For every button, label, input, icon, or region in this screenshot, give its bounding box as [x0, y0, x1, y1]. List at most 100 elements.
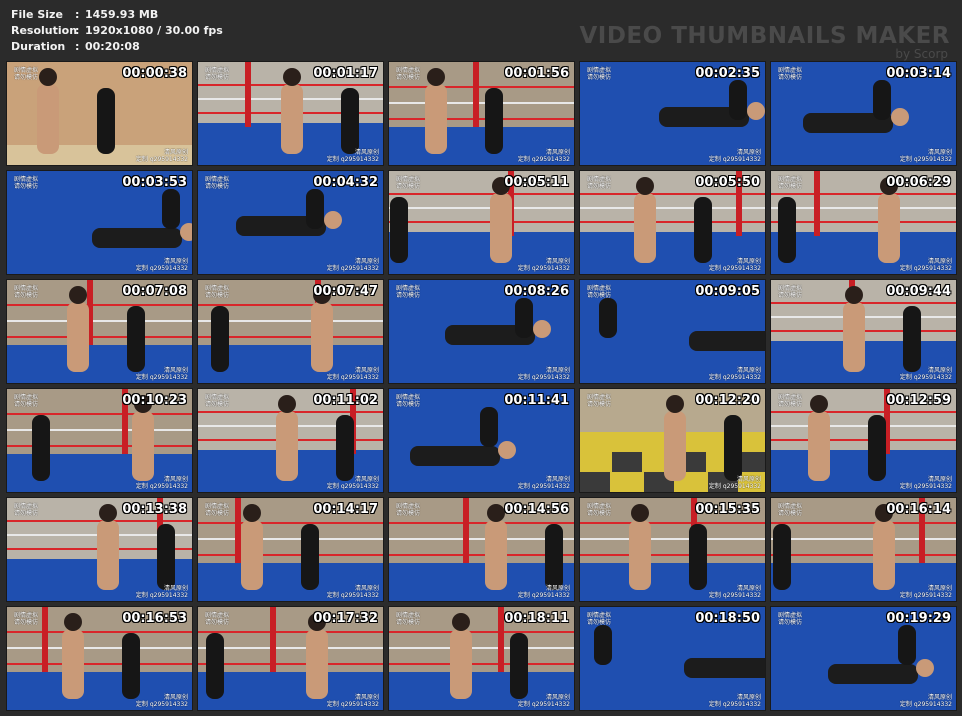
fighter-head — [498, 441, 516, 459]
fighter-figure — [425, 84, 447, 154]
watermark-line: 清风原创 — [545, 585, 570, 592]
thumbnail-timestamp: 00:04:32 — [313, 175, 378, 190]
mat-tile — [612, 452, 642, 472]
watermark-bottom-right: 清风原创 定制 q295914332 — [136, 258, 188, 272]
thumbnail[interactable]: 剧情虚拟 请勿模仿 清风原创 定制 q295914332 00:16:14 — [770, 497, 957, 602]
watermark-line: 清风原创 — [354, 258, 379, 265]
thumbnail[interactable]: 剧情虚拟 请勿模仿 清风原创 定制 q295914332 00:04:32 — [197, 170, 384, 275]
thumbnail[interactable]: 剧情虚拟 请勿模仿 清风原创 定制 q295914332 00:14:17 — [197, 497, 384, 602]
ring-post — [42, 607, 48, 672]
ring-post — [473, 62, 479, 127]
ring-rope — [771, 425, 956, 427]
thumbnail[interactable]: 剧情虚拟 请勿模仿 清风原创 定制 q295914332 00:12:20 — [579, 388, 766, 493]
ring-rope — [7, 647, 192, 649]
thumbnail[interactable]: 剧情虚拟 请勿模仿 清风原创 定制 q295914332 00:05:11 — [388, 170, 575, 275]
thumbnail[interactable]: 剧情虚拟 请勿模仿 清风原创 定制 q295914332 00:12:59 — [770, 388, 957, 493]
watermark-bottom-right: 清风原创 定制 q295914332 — [709, 258, 761, 272]
ring-rope — [7, 413, 192, 415]
watermark-line: 请勿模仿 — [587, 619, 612, 626]
opponent-figure — [301, 524, 319, 590]
thumbnail[interactable]: 剧情虚拟 请勿模仿 清风原创 定制 q295914332 00:18:50 — [579, 606, 766, 711]
watermark-line: 剧情虚拟 — [396, 285, 421, 292]
opponent-figure — [306, 189, 324, 229]
ring-rope — [389, 207, 574, 209]
watermark-line: 清风原创 — [927, 476, 952, 483]
fighter-figure — [37, 84, 59, 154]
thumbnail[interactable]: 剧情虚拟 请勿模仿 清风原创 定制 q295914332 00:10:23 — [6, 388, 193, 493]
watermark-line: 定制 q295914332 — [708, 374, 761, 381]
thumbnail-timestamp: 00:12:59 — [886, 393, 951, 408]
watermark-line: 剧情虚拟 — [587, 285, 612, 292]
watermark-bottom-right: 清风原创 定制 q295914332 — [327, 694, 379, 708]
thumbnail[interactable]: 剧情虚拟 请勿模仿 清风原创 定制 q295914332 00:18:11 — [388, 606, 575, 711]
fighter-figure — [67, 302, 89, 372]
watermark-line: 请勿模仿 — [587, 74, 612, 81]
thumbnail[interactable]: 剧情虚拟 请勿模仿 清风原创 定制 q295914332 00:15:35 — [579, 497, 766, 602]
ring-rope — [198, 647, 383, 649]
ring-rope — [198, 538, 383, 540]
thumbnail[interactable]: 剧情虚拟 请勿模仿 清风原创 定制 q295914332 00:05:50 — [579, 170, 766, 275]
watermark-line: 请勿模仿 — [778, 74, 803, 81]
watermark-bottom-right: 清风原创 定制 q295914332 — [709, 694, 761, 708]
thumbnail[interactable]: 剧情虚拟 请勿模仿 清风原创 定制 q295914332 00:01:56 — [388, 61, 575, 166]
ring-post — [245, 62, 251, 127]
watermark-line: 请勿模仿 — [14, 292, 39, 299]
thumbnail-timestamp: 00:02:35 — [695, 66, 760, 81]
watermark-top-left: 剧情虚拟 请勿模仿 — [396, 612, 420, 626]
opponent-figure — [127, 306, 145, 372]
fighter-figure — [689, 331, 765, 351]
thumbnail-timestamp: 00:15:35 — [695, 502, 760, 517]
thumbnail[interactable]: 剧情虚拟 请勿模仿 清风原创 定制 q295914332 00:17:32 — [197, 606, 384, 711]
thumbnail[interactable]: 剧情虚拟 请勿模仿 清风原创 定制 q295914332 00:09:05 — [579, 279, 766, 384]
watermark-top-left: 剧情虚拟 请勿模仿 — [778, 285, 802, 299]
watermark-line: 清风原创 — [354, 476, 379, 483]
watermark-line: 定制 q295914332 — [135, 156, 188, 163]
watermark-line: 剧情虚拟 — [778, 176, 803, 183]
watermark-line: 剧情虚拟 — [205, 285, 230, 292]
thumbnail[interactable]: 剧情虚拟 请勿模仿 清风原创 定制 q295914332 00:08:26 — [388, 279, 575, 384]
thumbnail[interactable]: 剧情虚拟 请勿模仿 清风原创 定制 q295914332 00:02:35 — [579, 61, 766, 166]
thumbnail[interactable]: 剧情虚拟 请勿模仿 清风原创 定制 q295914332 00:19:29 — [770, 606, 957, 711]
thumbnail-timestamp: 00:03:14 — [886, 66, 951, 81]
thumbnail[interactable]: 剧情虚拟 请勿模仿 清风原创 定制 q295914332 00:16:53 — [6, 606, 193, 711]
thumbnail[interactable]: 剧情虚拟 请勿模仿 清风原创 定制 q295914332 00:01:17 — [197, 61, 384, 166]
opponent-figure — [336, 415, 354, 481]
thumbnail[interactable]: 剧情虚拟 请勿模仿 清风原创 定制 q295914332 00:03:53 — [6, 170, 193, 275]
watermark-line: 剧情虚拟 — [396, 67, 421, 74]
thumbnail[interactable]: 剧情虚拟 请勿模仿 清风原创 定制 q295914332 00:09:44 — [770, 279, 957, 384]
fighter-figure — [410, 446, 500, 466]
thumbnail[interactable]: 剧情虚拟 请勿模仿 清风原创 定制 q295914332 00:11:41 — [388, 388, 575, 493]
thumbnail[interactable]: 剧情虚拟 请勿模仿 清风原创 定制 q295914332 00:11:02 — [197, 388, 384, 493]
watermark-line: 定制 q295914332 — [899, 592, 952, 599]
watermark-line: 请勿模仿 — [14, 510, 39, 517]
watermark-top-left: 剧情虚拟 请勿模仿 — [14, 394, 38, 408]
watermark-line: 定制 q295914332 — [326, 592, 379, 599]
watermark-bottom-right: 清风原创 定制 q295914332 — [518, 694, 570, 708]
thumbnail[interactable]: 剧情虚拟 请勿模仿 清风原创 定制 q295914332 00:03:14 — [770, 61, 957, 166]
fighter-head — [180, 223, 192, 241]
fighter-head — [533, 320, 551, 338]
watermark-line: 清风原创 — [163, 258, 188, 265]
thumbnail[interactable]: 剧情虚拟 请勿模仿 清风原创 定制 q295914332 00:14:56 — [388, 497, 575, 602]
watermark-bottom-right: 清风原创 定制 q295914332 — [900, 585, 952, 599]
opponent-figure — [694, 197, 712, 263]
watermark-line: 清风原创 — [545, 149, 570, 156]
ring-rope — [389, 663, 574, 665]
thumbnail[interactable]: 剧情虚拟 请勿模仿 清风原创 定制 q295914332 00:07:47 — [197, 279, 384, 384]
thumbnail-timestamp: 00:11:02 — [313, 393, 378, 408]
resolution-label: Resolution — [11, 23, 78, 37]
watermark-line: 清风原创 — [736, 694, 761, 701]
thumbnail[interactable]: 剧情虚拟 请勿模仿 清风原创 定制 q295914332 00:13:38 — [6, 497, 193, 602]
watermark-top-left: 剧情虚拟 请勿模仿 — [14, 612, 38, 626]
thumbnail-timestamp: 00:09:44 — [886, 284, 951, 299]
thumbnail[interactable]: 剧情虚拟 请勿模仿 清风原创 定制 q295914332 00:07:08 — [6, 279, 193, 384]
watermark-top-left: 剧情虚拟 请勿模仿 — [587, 285, 611, 299]
thumbnail[interactable]: 剧情虚拟 请勿模仿 清风原创 定制 q295914332 00:06:29 — [770, 170, 957, 275]
thumbnail-timestamp: 00:19:29 — [886, 611, 951, 626]
thumbnail[interactable]: 剧情虚拟 请勿模仿 清风原创 定制 q295914332 00:00:38 — [6, 61, 193, 166]
watermark-line: 请勿模仿 — [778, 292, 803, 299]
fighter-figure — [92, 228, 182, 248]
watermark-bottom-right: 清风原创 定制 q295914332 — [327, 258, 379, 272]
file-size-colon: : — [75, 7, 80, 21]
watermark-line: 定制 q295914332 — [326, 483, 379, 490]
